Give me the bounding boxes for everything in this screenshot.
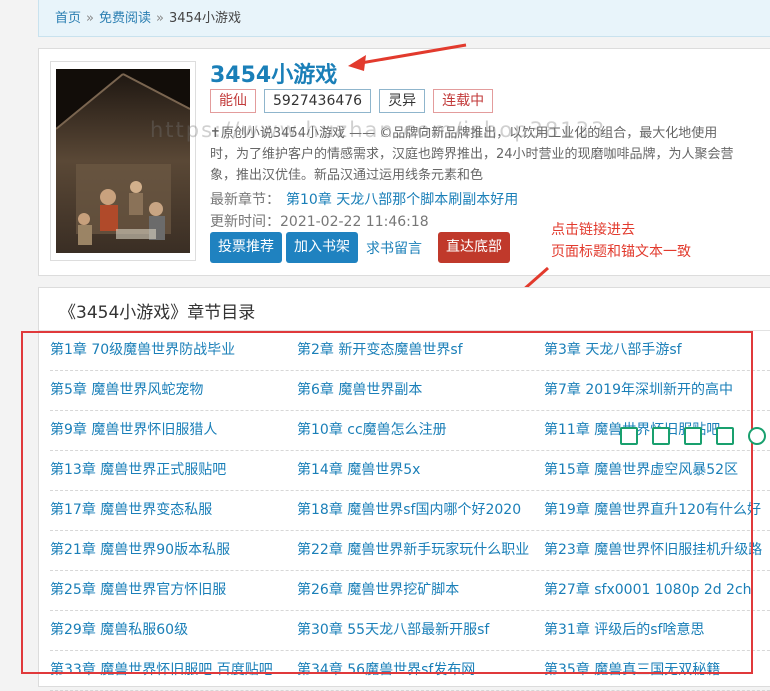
breadcrumb-separator: » [86,11,94,26]
breadcrumb-separator: » [156,11,164,26]
annotation-highlight-box [21,331,753,674]
book-action-buttons: 投票推荐 加入书架 求书留言 直达底部 [210,232,510,263]
floating-toolbar [620,427,766,445]
save-icon[interactable] [684,427,702,445]
tag-id: 5927436476 [264,89,372,113]
settings-icon[interactable] [748,427,766,445]
annotation-note-line2: 页面标题和锚文本一致 [551,244,691,260]
tag-author[interactable]: 能仙 [210,89,256,113]
cover-illustration [56,69,190,253]
update-time-label: 更新时间： [210,214,280,230]
request-book-link[interactable]: 求书留言 [362,238,426,258]
expand-icon[interactable] [652,427,670,445]
book-tags: 能仙 5927436476 灵异 连载中 [210,89,494,113]
latest-chapter-label: 最新章节： [210,192,280,208]
copy-icon[interactable] [620,427,638,445]
cover-image [56,69,190,253]
go-bottom-button[interactable]: 直达底部 [438,232,510,263]
annotation-note-line1: 点击链接进去 [551,222,635,238]
book-cover[interactable] [50,61,196,261]
watermark: https://www.huzhan.com/ishop38133 [150,118,607,142]
book-title[interactable]: 3454小游戏 [210,57,337,89]
latest-chapter-row: 最新章节： 第10章 天龙八部那个脚本刷副本好用 [210,189,518,209]
breadcrumb: 首页 » 免费阅读 » 3454小游戏 [38,0,770,37]
tag-category[interactable]: 灵异 [379,89,426,113]
update-time-value: 2021-02-22 11:46:18 [280,214,429,230]
breadcrumb-current: 3454小游戏 [168,11,242,26]
breadcrumb-home-link[interactable]: 首页 [55,11,81,26]
share-icon[interactable] [716,427,734,445]
breadcrumb-section-link[interactable]: 免费阅读 [99,11,151,26]
update-time-row: 更新时间：2021-02-22 11:46:18 [210,211,429,231]
description-line: 时，为了维护客户的情感需求，汉庭也跨界推出，24小时营业的现磨咖啡品牌，为人聚会… [210,147,734,162]
description-line: 象，推出汉优佳。新品汉通过运用线条元素和色 [210,168,484,183]
tag-status: 连载中 [433,89,494,113]
latest-chapter-link[interactable]: 第10章 天龙八部那个脚本刷副本好用 [286,192,518,208]
chapter-list-title: 《3454小游戏》章节目录 [59,303,256,323]
add-to-shelf-button[interactable]: 加入书架 [286,232,358,263]
vote-button[interactable]: 投票推荐 [210,232,282,263]
